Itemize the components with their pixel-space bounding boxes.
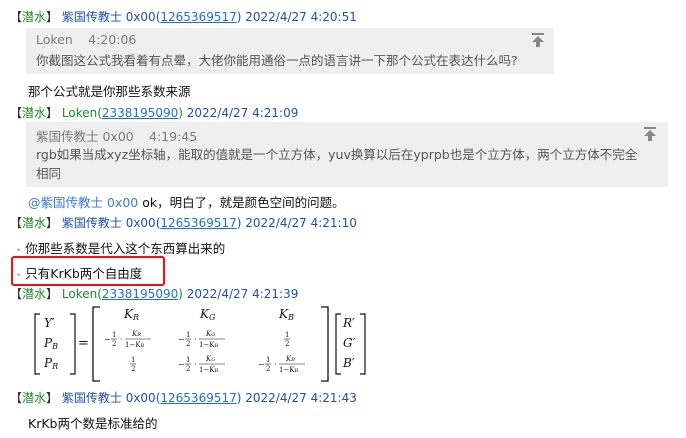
quote-text-line-2: 相同 xyxy=(36,166,62,181)
svg-text:KG: KG xyxy=(205,330,215,338)
sender-qq-link[interactable]: 1265369517 xyxy=(160,391,236,405)
message-time: 2022/4/27 4:20:51 xyxy=(245,10,357,24)
svg-text:−: − xyxy=(178,335,185,344)
quote-time: 4:20:06 xyxy=(88,32,137,47)
message-body-1: 那个公式就是你那些系数来源 xyxy=(28,84,191,99)
svg-text:−: − xyxy=(178,360,185,369)
tag-bracket-open: 【 xyxy=(10,391,23,405)
svg-text:B′: B′ xyxy=(342,356,355,370)
svg-text:1−KB: 1−KB xyxy=(199,341,219,349)
svg-text:1: 1 xyxy=(266,356,270,364)
quote-text: 你截图这公式我看着有点晕，大佬你能用通俗一点的语言讲一下那个公式在表达什么吗? xyxy=(36,53,518,68)
tag-bracket-close: 】 xyxy=(46,10,59,24)
svg-text:Y′: Y′ xyxy=(44,316,55,330)
svg-text:2: 2 xyxy=(131,365,135,373)
bullet-dot: • xyxy=(16,246,22,256)
svg-text:1−KR: 1−KR xyxy=(199,366,219,374)
svg-text:2: 2 xyxy=(186,365,190,373)
tag-label: 潜水 xyxy=(22,216,47,230)
svg-text:KG: KG xyxy=(199,307,216,322)
tag-label: 潜水 xyxy=(22,106,47,120)
sender-name[interactable]: Loken xyxy=(62,287,97,301)
message-line: • 只有KrKb两个自由度 xyxy=(16,263,142,282)
svg-text:2: 2 xyxy=(112,340,116,348)
message-header-5: 【潜水】 紫国传教士 0x00(1265369517) 2022/4/27 4:… xyxy=(10,391,357,405)
svg-text:·: · xyxy=(120,335,123,344)
sender-qq-link[interactable]: 1265369517 xyxy=(160,10,236,24)
message-body-5: KrKb两个数是标准给的 xyxy=(28,416,158,431)
svg-text:KR: KR xyxy=(123,307,139,322)
svg-text:KR: KR xyxy=(131,330,141,338)
pin-top-icon[interactable] xyxy=(642,126,658,142)
tag-bracket-close: 】 xyxy=(46,216,59,230)
svg-text:KB: KB xyxy=(278,307,294,322)
message-text: ok，明白了，就是颜色空间的问题。 xyxy=(138,195,345,210)
tag-bracket-open: 【 xyxy=(10,106,23,120)
svg-text:KG: KG xyxy=(205,355,215,363)
tag-bracket-close: 】 xyxy=(46,106,59,120)
tag-bracket-open: 【 xyxy=(10,10,23,24)
svg-text:1: 1 xyxy=(131,356,135,364)
message-header-1: 【潜水】 紫国传教士 0x00(1265369517) 2022/4/27 4:… xyxy=(10,10,357,24)
tag-bracket-close: 】 xyxy=(46,287,59,301)
svg-text:·: · xyxy=(194,335,197,344)
svg-text:−: − xyxy=(104,335,111,344)
sender-name[interactable]: 紫国传教士 0x00 xyxy=(62,391,156,405)
sender-name[interactable]: 紫国传教士 0x00 xyxy=(62,10,156,24)
svg-text:2: 2 xyxy=(266,365,270,373)
svg-text:2: 2 xyxy=(186,340,190,348)
svg-text:PR: PR xyxy=(43,356,58,371)
svg-text:·: · xyxy=(274,360,277,369)
formula-image[interactable]: Y′ PB PR = KR KG KB −12 ·KR1−KB −12 ·KG1… xyxy=(28,304,373,384)
svg-text:1: 1 xyxy=(186,331,190,339)
message-header-3: 【潜水】 紫国传教士 0x00(1265369517) 2022/4/27 4:… xyxy=(10,216,357,230)
message-header-4: 【潜水】 Loken(2338195090) 2022/4/27 4:21:39 xyxy=(10,287,299,301)
svg-text:1: 1 xyxy=(186,356,190,364)
tag-bracket-open: 【 xyxy=(10,216,23,230)
svg-text:2: 2 xyxy=(285,340,289,348)
message-header-2: 【潜水】 Loken(2338195090) 2022/4/27 4:21:09 xyxy=(10,106,299,120)
message-time: 2022/4/27 4:21:09 xyxy=(186,106,299,120)
tag-bracket-open: 【 xyxy=(10,287,23,301)
sender-name[interactable]: Loken xyxy=(62,106,97,120)
message-text: 你那些系数是代入这个东西算出来的 xyxy=(25,241,226,256)
sender-qq-link[interactable]: 2338195090 xyxy=(102,106,178,120)
svg-text:1−KR: 1−KR xyxy=(279,366,299,374)
tag-label: 潜水 xyxy=(22,287,47,301)
quote-block-2[interactable]: 紫国传教士 0x00 4:19:45 rgb如果当成xyz坐标轴，能取的值就是一… xyxy=(26,122,668,187)
quote-author: Loken xyxy=(36,32,73,47)
message-text: 只有KrKb两个自由度 xyxy=(25,266,143,281)
pin-top-icon[interactable] xyxy=(530,32,546,48)
svg-text:−: − xyxy=(258,360,265,369)
message-time: 2022/4/27 4:21:43 xyxy=(245,391,357,405)
svg-text:PB: PB xyxy=(43,336,58,351)
tag-label: 潜水 xyxy=(22,391,47,405)
svg-text:1: 1 xyxy=(112,331,116,339)
message-line: • 你那些系数是代入这个东西算出来的 xyxy=(16,238,225,257)
svg-text:=: = xyxy=(78,336,89,351)
sender-qq-link[interactable]: 2338195090 xyxy=(102,287,178,301)
mention-link[interactable]: @紫国传教士 0x00 xyxy=(28,195,138,210)
message-time: 2022/4/27 4:21:10 xyxy=(245,216,357,230)
quote-block-1[interactable]: Loken 4:20:06 你截图这公式我看着有点晕，大佬你能用通俗一点的语言讲… xyxy=(26,28,554,74)
bullet-dot: • xyxy=(16,271,22,281)
svg-text:·: · xyxy=(194,360,197,369)
svg-text:R′: R′ xyxy=(342,316,355,330)
sender-name[interactable]: 紫国传教士 0x00 xyxy=(62,216,156,230)
quote-text-line-1: rgb如果当成xyz坐标轴，能取的值就是一个立方体，yuv换算以后在yprpb也… xyxy=(36,147,638,162)
quote-author: 紫国传教士 0x00 xyxy=(36,129,134,144)
tag-bracket-close: 】 xyxy=(46,391,59,405)
message-body-2: @紫国传教士 0x00 ok，明白了，就是颜色空间的问题。 xyxy=(28,192,345,211)
svg-text:KB: KB xyxy=(285,355,295,363)
quote-time: 4:19:45 xyxy=(149,129,198,144)
svg-text:G′: G′ xyxy=(343,336,356,350)
svg-text:1−KB: 1−KB xyxy=(125,341,145,349)
sender-qq-link[interactable]: 1265369517 xyxy=(160,216,236,230)
tag-label: 潜水 xyxy=(22,10,47,24)
svg-text:1: 1 xyxy=(285,331,289,339)
message-time: 2022/4/27 4:21:39 xyxy=(186,287,299,301)
